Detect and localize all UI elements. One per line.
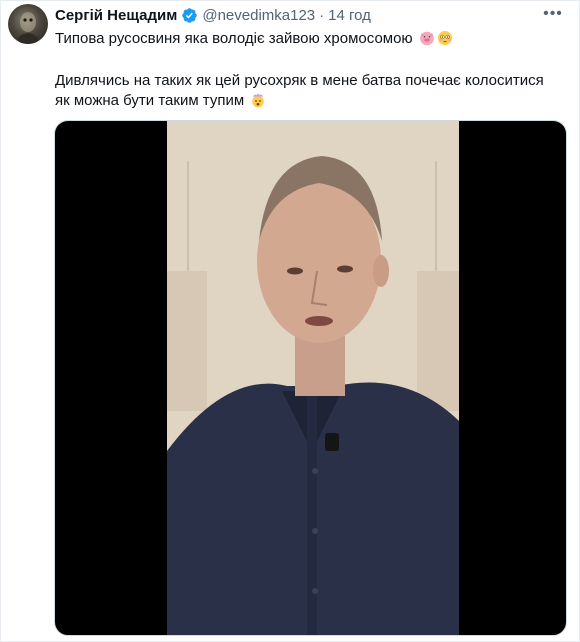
header-separator: · bbox=[319, 6, 325, 24]
verified-badge-icon bbox=[181, 7, 198, 24]
tweet-text-line-1: Типова русосвиня яка володіє зайвою хром… bbox=[55, 29, 560, 49]
author-avatar[interactable] bbox=[8, 4, 48, 44]
more-options-icon[interactable]: ••• bbox=[542, 4, 564, 24]
pig-face-emoji bbox=[419, 30, 435, 46]
flushed-face-emoji bbox=[437, 30, 453, 46]
tweet-media-video[interactable] bbox=[54, 120, 567, 636]
tweet-text-line-2: Дивлячись на таких як цей русохряк в мен… bbox=[55, 71, 560, 111]
exploding-head-emoji bbox=[250, 92, 266, 108]
tweet-text-1: Типова русосвиня яка володіє зайвою хром… bbox=[55, 30, 413, 47]
tweet-header: Сергій Нещадим @nevedimka123 · 14 год bbox=[55, 5, 371, 25]
author-name[interactable]: Сергій Нещадим bbox=[55, 7, 177, 24]
tweet-text-2: Дивлячись на таких як цей русохряк в мен… bbox=[55, 72, 544, 109]
tweet-timestamp[interactable]: 14 год bbox=[328, 7, 371, 24]
author-handle[interactable]: @nevedimka123 bbox=[202, 7, 315, 24]
video-frame[interactable] bbox=[167, 121, 459, 635]
